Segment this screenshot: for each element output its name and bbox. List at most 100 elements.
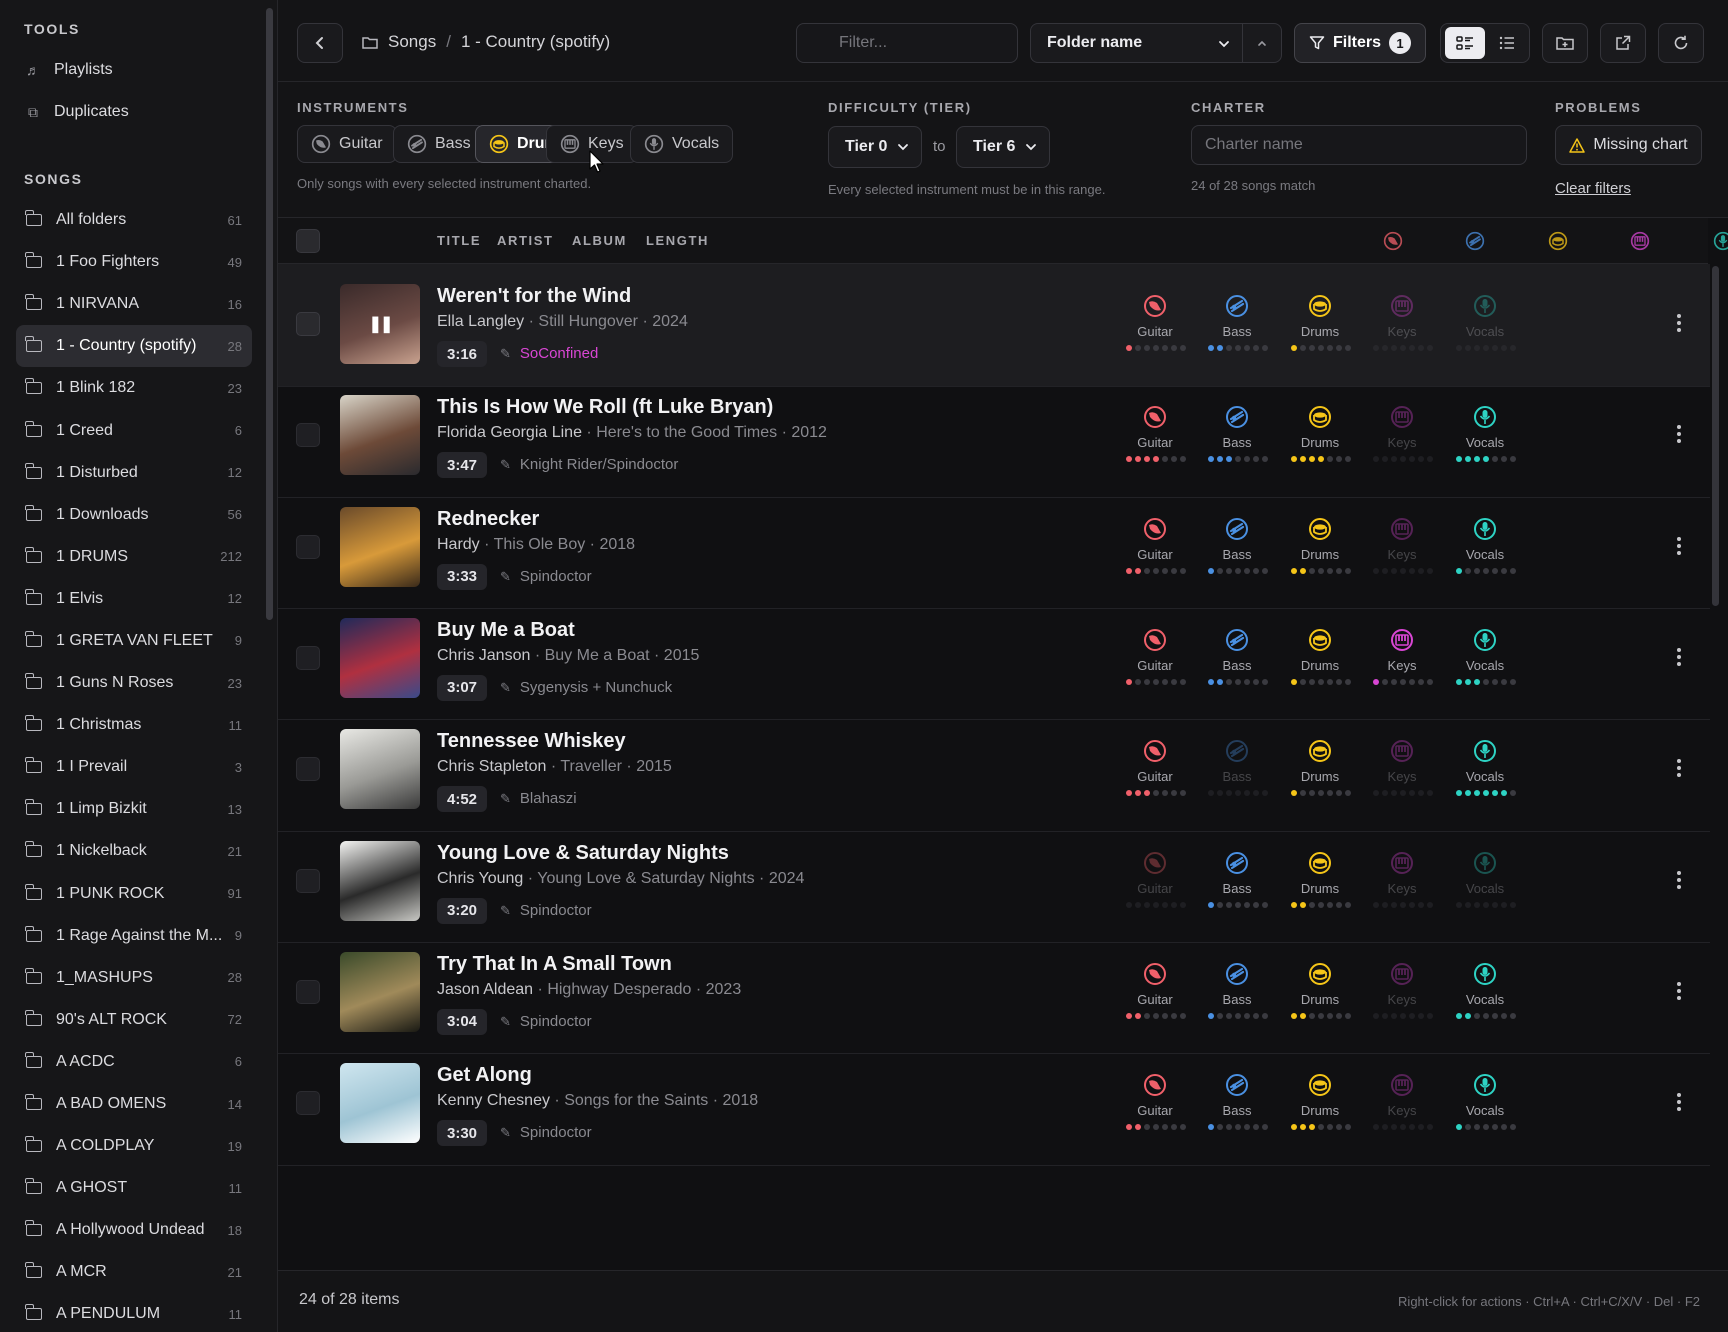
song-row[interactable]: Tennessee Whiskey Chris Stapleton · Trav… <box>278 709 1710 832</box>
instrument-label: Keys <box>1387 324 1417 339</box>
sidebar-folder-item[interactable]: 1 Nickelback 21 <box>16 830 252 872</box>
sidebar-folder-item[interactable]: 1 Guns N Roses 23 <box>16 662 252 704</box>
sidebar-folder-item[interactable]: 1 GRETA VAN FLEET 9 <box>16 620 252 662</box>
sidebar-item-playlists[interactable]: ♬ Playlists <box>24 52 254 88</box>
sidebar-folder-item[interactable]: All folders 61 <box>16 199 252 241</box>
song-row[interactable]: ❚❚ Weren't for the Wind Ella Langley · S… <box>278 264 1710 387</box>
row-bass-part: Bass <box>1204 405 1270 475</box>
row-checkbox[interactable] <box>296 979 320 1004</box>
song-row[interactable]: Try That In A Small Town Jason Aldean · … <box>278 932 1710 1055</box>
album-art[interactable]: ❚❚ <box>340 284 420 364</box>
row-menu-button[interactable] <box>1673 753 1685 783</box>
album-art[interactable] <box>340 840 420 921</box>
sidebar-folder-item[interactable]: 1 Downloads 56 <box>16 494 252 536</box>
sidebar-folder-item[interactable]: 1 DRUMS 212 <box>16 536 252 578</box>
album-art[interactable] <box>340 1063 420 1144</box>
row-checkbox[interactable] <box>296 1091 320 1116</box>
charter-input[interactable] <box>1191 125 1527 165</box>
column-title[interactable]: TITLE <box>437 233 481 248</box>
detail-view-button[interactable] <box>1444 27 1485 59</box>
row-checkbox[interactable] <box>296 423 320 448</box>
album-art[interactable] <box>340 395 420 476</box>
song-row[interactable]: Young Love & Saturday Nights Chris Young… <box>278 821 1710 944</box>
song-row[interactable]: Get Along Kenny Chesney · Songs for the … <box>278 1043 1710 1166</box>
sidebar-folder-item[interactable]: 1 - Country (spotify) 28 <box>16 325 252 368</box>
row-menu-button[interactable] <box>1673 976 1685 1006</box>
drums-icon <box>1308 294 1332 318</box>
sidebar-folder-item[interactable]: 1 Blink 182 23 <box>16 367 252 409</box>
select-all-checkbox[interactable] <box>296 229 320 253</box>
sort-direction-button[interactable] <box>1242 23 1282 63</box>
row-checkbox[interactable] <box>296 868 320 893</box>
row-checkbox[interactable] <box>296 757 320 782</box>
row-menu-button[interactable] <box>1673 419 1685 449</box>
row-menu-button[interactable] <box>1673 1087 1685 1117</box>
column-keys-icon[interactable] <box>1630 231 1650 251</box>
sidebar-folder-item[interactable]: A GHOST 11 <box>16 1167 252 1209</box>
column-guitar-icon[interactable] <box>1383 231 1403 251</box>
tier-from-select[interactable]: Tier 0 <box>828 126 922 168</box>
column-bass-icon[interactable] <box>1465 231 1485 251</box>
row-checkbox[interactable] <box>296 312 320 336</box>
column-length[interactable]: LENGTH <box>646 233 709 248</box>
filter-input[interactable] <box>796 23 1018 63</box>
row-menu-button[interactable] <box>1673 642 1685 672</box>
difficulty-dot <box>1474 345 1480 351</box>
column-album[interactable]: ALBUM <box>572 233 627 248</box>
row-checkbox[interactable] <box>296 534 320 559</box>
song-row[interactable]: This Is How We Roll (ft Luke Bryan) Flor… <box>278 375 1710 498</box>
add-folder-button[interactable] <box>1542 23 1588 63</box>
instrument-filter-guitar[interactable]: Guitar <box>297 125 397 163</box>
sidebar-folder-item[interactable]: A ACDC 6 <box>16 1041 252 1083</box>
sidebar-scrollbar[interactable] <box>266 8 273 620</box>
sidebar-folder-item[interactable]: A COLDPLAY 19 <box>16 1125 252 1167</box>
instrument-filter-vocals[interactable]: Vocals <box>630 125 734 163</box>
back-button[interactable] <box>297 23 343 63</box>
sidebar-folder-item[interactable]: 1 Limp Bizkit 13 <box>16 788 252 830</box>
open-external-button[interactable] <box>1600 23 1646 63</box>
row-menu-button[interactable] <box>1673 865 1685 895</box>
folder-name: A MCR <box>56 1263 107 1281</box>
sidebar-folder-item[interactable]: A MCR 21 <box>16 1251 252 1293</box>
album-art[interactable] <box>340 729 420 810</box>
sidebar-folder-item[interactable]: 1 I Prevail 3 <box>16 746 252 788</box>
row-menu-button[interactable] <box>1673 531 1685 561</box>
pause-icon[interactable]: ❚❚ <box>340 284 420 364</box>
instrument-filter-bass[interactable]: Bass <box>393 125 485 163</box>
sidebar-folder-item[interactable]: A BAD OMENS 14 <box>16 1083 252 1125</box>
row-menu-button[interactable] <box>1673 308 1685 338</box>
list-scrollbar[interactable] <box>1712 266 1719 606</box>
sidebar-folder-item[interactable]: 1 Elvis 12 <box>16 578 252 620</box>
filters-button[interactable]: Filters 1 <box>1294 23 1426 63</box>
column-artist[interactable]: ARTIST <box>497 233 554 248</box>
sidebar-folder-item[interactable]: 1 PUNK ROCK 91 <box>16 873 252 915</box>
song-row[interactable]: Rednecker Hardy · This Ole Boy · 2018 3:… <box>278 487 1710 610</box>
sidebar-folder-item[interactable]: 1 Rage Against the M... 9 <box>16 915 252 957</box>
refresh-button[interactable] <box>1658 23 1704 63</box>
sidebar-folder-item[interactable]: 1 Christmas 11 <box>16 704 252 746</box>
compact-view-button[interactable] <box>1485 27 1529 59</box>
sidebar-folder-item[interactable]: 1 Disturbed 12 <box>16 452 252 494</box>
album-art[interactable] <box>340 951 420 1032</box>
sidebar-folder-item[interactable]: 1 Foo Fighters 49 <box>16 241 252 283</box>
sidebar-folder-item[interactable]: A PENDULUM 11 <box>16 1293 252 1332</box>
sidebar-folder-item[interactable]: 1_MASHUPS 28 <box>16 957 252 999</box>
column-vocals-icon[interactable] <box>1713 231 1728 251</box>
album-art[interactable] <box>340 506 420 587</box>
song-row[interactable]: Buy Me a Boat Chris Janson · Buy Me a Bo… <box>278 598 1710 721</box>
tier-to-select[interactable]: Tier 6 <box>956 126 1050 168</box>
album-art[interactable] <box>340 617 420 698</box>
sidebar-folder-item[interactable]: 90's ALT ROCK 72 <box>16 999 252 1041</box>
column-drums-icon[interactable] <box>1548 231 1568 251</box>
pencil-icon: ✎ <box>500 346 511 361</box>
sidebar-folder-item[interactable]: A Hollywood Undead 18 <box>16 1209 252 1251</box>
missing-chart-button[interactable]: Missing chart <box>1555 125 1702 165</box>
sidebar-item-duplicates[interactable]: ⧉ Duplicates <box>24 94 254 130</box>
sidebar-folder-item[interactable]: 1 Creed 6 <box>16 409 252 451</box>
charter-name: SoConfined <box>519 345 599 362</box>
row-checkbox[interactable] <box>296 645 320 670</box>
clear-filters-link[interactable]: Clear filters <box>1555 180 1631 197</box>
breadcrumb-songs[interactable]: Songs <box>388 32 436 52</box>
sort-select[interactable]: Folder name <box>1030 23 1242 63</box>
sidebar-folder-item[interactable]: 1 NIRVANA 16 <box>16 283 252 325</box>
